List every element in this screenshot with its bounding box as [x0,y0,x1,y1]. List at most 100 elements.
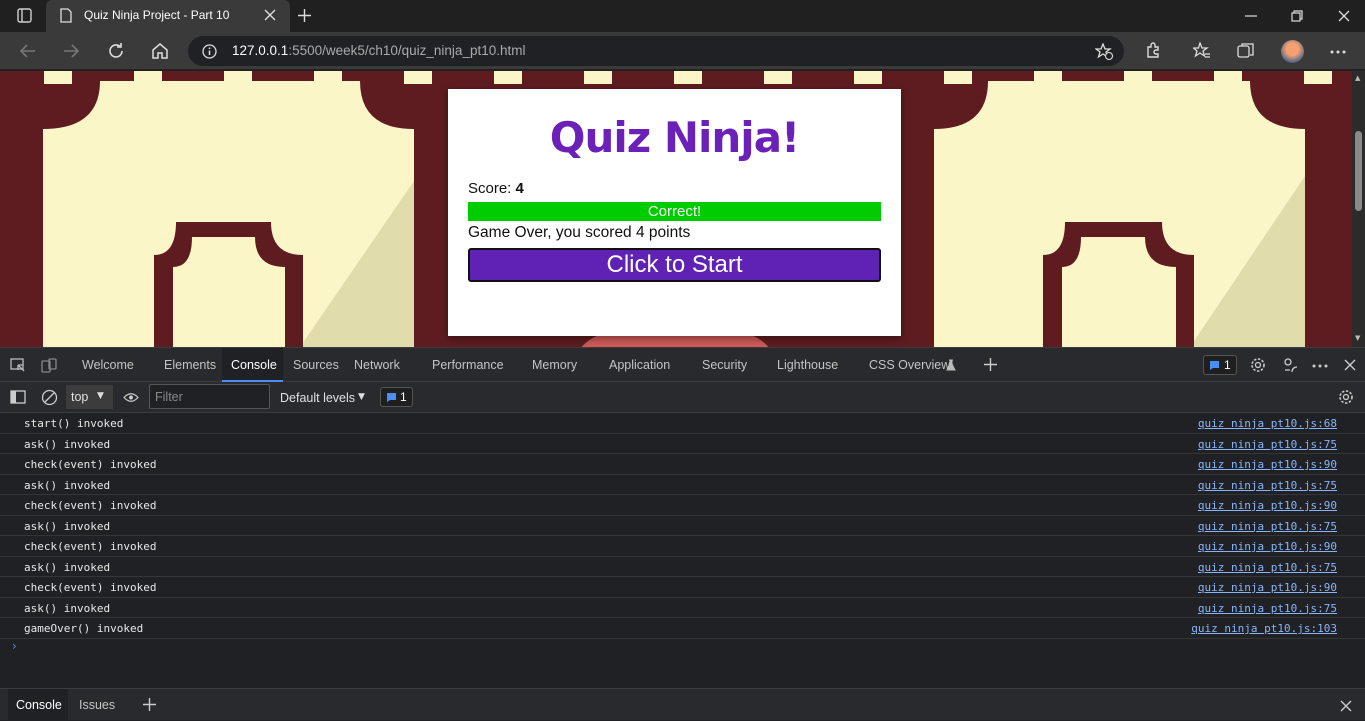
log-source-link[interactable]: quiz ninja pt10.js:75 [1198,561,1337,574]
console-log-row: check(event) invoked quiz ninja pt10.js:9… [0,577,1365,598]
address-bar[interactable]: 127.0.0.1:5500/week5/ch10/quiz_ninja_pt1… [188,36,1124,66]
console-log-row: check(event) invoked quiz ninja pt10.js:9… [0,454,1365,475]
collections-icon[interactable] [1237,42,1255,59]
console-settings-icon[interactable] [1338,389,1354,405]
refresh-icon[interactable] [107,42,125,60]
customize-icon[interactable] [1283,357,1299,373]
log-message: ask() invoked [24,478,111,492]
console-log-row: check(event) invoked quiz ninja pt10.js:9… [0,495,1365,516]
feedback-banner: Correct! [468,202,881,221]
close-devtools-icon[interactable] [1344,359,1356,371]
browser-toolbar: 127.0.0.1:5500/week5/ch10/quiz_ninja_pt1… [0,32,1365,70]
show-sidebar-icon[interactable] [10,390,26,404]
close-drawer-icon[interactable] [1340,700,1352,712]
minimize-icon[interactable] [1245,15,1257,17]
log-message: ask() invoked [24,437,111,451]
add-drawer-tab-icon[interactable] [142,697,157,712]
levels-chevron-icon[interactable]: ▼ [358,393,365,402]
log-message: ask() invoked [24,560,111,574]
log-source-link[interactable]: quiz ninja pt10.js:75 [1198,520,1337,533]
browser-tab[interactable]: Quiz Ninja Project - Part 10 [46,0,290,32]
add-favorite-icon[interactable] [1095,43,1113,60]
forward-icon[interactable] [63,43,80,59]
scroll-down-icon[interactable]: ▼ [1355,335,1360,342]
log-message: check(event) invoked [24,458,157,471]
close-window-icon[interactable] [1338,10,1350,22]
favorites-icon[interactable] [1193,42,1211,59]
site-info-icon[interactable] [202,44,217,59]
log-message: check(event) invoked [24,581,157,594]
devtools-tab-welcome[interactable]: Welcome [82,358,134,372]
devtools-tab-css-overview[interactable]: CSS Overview [869,358,950,372]
log-levels-dropdown[interactable]: Default levels [280,391,355,405]
console-log-row: ask() invoked quiz ninja pt10.js:75 [0,475,1365,495]
issues-badge[interactable]: 1 [1203,355,1237,375]
log-source-link[interactable]: quiz ninja pt10.js:90 [1198,499,1337,512]
devtools-tab-application[interactable]: Application [609,358,670,372]
browser-tab-strip: Quiz Ninja Project - Part 10 [0,0,1365,32]
background-dojo-left [43,81,414,347]
score-line: Score: 4 [468,180,524,197]
home-icon[interactable] [151,42,169,59]
log-source-link[interactable]: quiz ninja pt10.js:75 [1198,438,1337,451]
devtools-tab-performance[interactable]: Performance [432,358,504,372]
console-prompt-icon[interactable]: › [12,640,17,652]
new-tab-icon[interactable] [297,8,312,23]
log-message: gameOver() invoked [24,622,144,635]
restore-icon[interactable] [1291,10,1303,22]
issues-count: 1 [1224,358,1231,372]
score-value: 4 [515,180,524,197]
quiz-title: Quiz Ninja! [549,113,800,162]
url-text: 127.0.0.1:5500/week5/ch10/quiz_ninja_pt1… [232,43,526,58]
log-message: check(event) invoked [24,540,157,553]
inspect-element-icon[interactable] [10,358,26,373]
more-tabs-icon[interactable] [983,357,998,372]
tab-actions-icon[interactable] [17,8,32,23]
log-source-link[interactable]: quiz ninja pt10.js:90 [1198,540,1337,553]
close-tab-icon[interactable] [264,9,276,21]
clear-console-icon[interactable] [41,389,58,406]
console-log-row: ask() invoked quiz ninja pt10.js:75 [0,557,1365,577]
devtools-drawer-tabs: Console Issues [0,688,1365,721]
drawer-tab-console-bg[interactable]: Console [8,689,68,721]
back-icon[interactable] [19,43,36,59]
profile-avatar[interactable] [1281,40,1304,63]
more-devtools-icon[interactable] [1312,364,1328,368]
devtools-tab-network[interactable]: Network [354,358,400,372]
console-log-row: ask() invoked quiz ninja pt10.js:75 [0,516,1365,536]
page-viewport: Quiz Ninja! Score: 4 Correct! Game Over,… [0,71,1352,347]
drawer-tab-issues[interactable]: Issues [79,698,115,712]
log-source-link[interactable]: quiz ninja pt10.js:75 [1198,479,1337,492]
devtools-panel: Welcome Elements Console Sources Network… [0,347,1365,721]
settings-gear-icon[interactable] [1250,357,1266,373]
scrollbar-thumb[interactable] [1355,131,1362,211]
log-source-link[interactable]: quiz ninja pt10.js:90 [1198,458,1337,471]
devtools-tab-console-bg[interactable]: Console [222,348,283,382]
console-filter-input[interactable]: Filter [149,384,270,409]
devtools-tab-bar: Welcome Elements Console Sources Network… [0,348,1365,382]
console-log-list: start() invoked quiz ninja pt10.js:68 ask(… [0,413,1365,639]
devtools-tab-console[interactable]: Console [231,358,277,372]
live-expression-eye-icon[interactable] [123,392,139,403]
drawer-tab-console[interactable]: Console [16,698,62,712]
scroll-up-icon[interactable]: ▲ [1355,75,1360,82]
filter-placeholder: Filter [155,390,183,404]
extensions-icon[interactable] [1145,42,1162,59]
more-options-icon[interactable] [1330,50,1346,54]
devtools-tab-sources[interactable]: Sources [293,358,339,372]
page-favicon-icon [60,8,72,23]
console-log-row: check(event) invoked quiz ninja pt10.js:9… [0,536,1365,557]
message-count-badge[interactable]: 1 [380,387,413,407]
log-source-link[interactable]: quiz ninja pt10.js:75 [1198,602,1337,615]
devtools-tab-lighthouse[interactable]: Lighthouse [777,358,838,372]
log-source-link[interactable]: quiz ninja pt10.js:103 [1191,622,1337,635]
context-selector[interactable]: top ▼ [66,385,113,409]
devtools-tab-elements[interactable]: Elements [164,358,216,372]
page-scrollbar[interactable]: ▲ ▼ [1352,71,1365,347]
devtools-tab-memory[interactable]: Memory [532,358,577,372]
start-button[interactable]: Click to Start [468,248,881,282]
log-source-link[interactable]: quiz ninja pt10.js:68 [1198,417,1337,430]
device-emulation-icon[interactable] [41,358,57,373]
log-source-link[interactable]: quiz ninja pt10.js:90 [1198,581,1337,594]
devtools-tab-security[interactable]: Security [702,358,747,372]
